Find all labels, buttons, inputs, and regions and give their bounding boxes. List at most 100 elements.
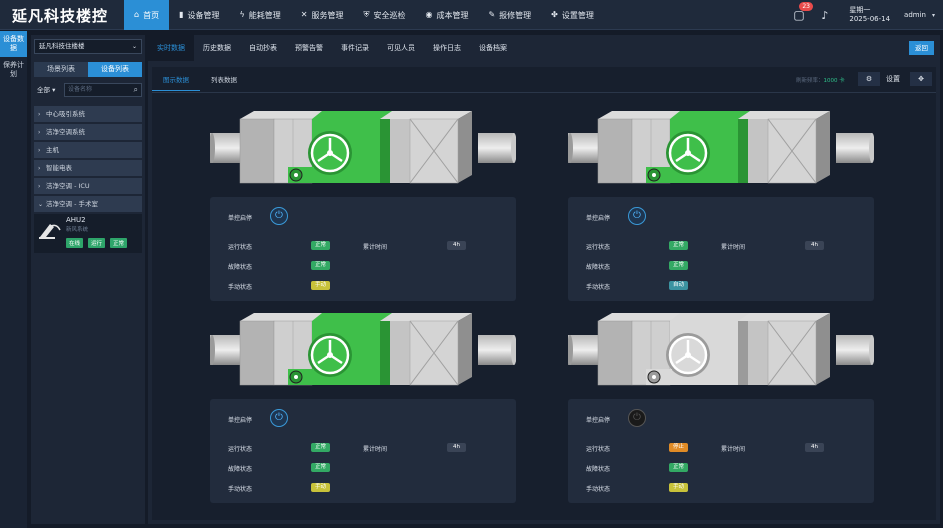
tab-events[interactable]: 事件记录 [332, 35, 378, 61]
tab-personnel[interactable]: 可见人员 [378, 35, 424, 61]
runtime-label: 累计时间 [721, 446, 746, 453]
nav-cost[interactable]: ◉ 成本管理 [415, 0, 478, 30]
fault-state-badge: 正常 [669, 463, 689, 472]
weekday: 星期一 [849, 6, 871, 14]
tree-item[interactable]: › 主机 [34, 142, 142, 158]
tab-alarms[interactable]: 预警告警 [286, 35, 332, 61]
control-label: 单控启停 [228, 215, 253, 222]
power-icon[interactable]: ⏻ [270, 207, 288, 225]
status-panel: 单控启停 ⏻ 运行状态 停止 累计时间 4h 故障状态 正常 手动状态 手动 [568, 399, 874, 503]
manual-state-label: 手动状态 [586, 284, 611, 291]
fault-state-label: 故障状态 [586, 264, 611, 271]
filter-select[interactable]: 全部 ▾ [34, 83, 64, 97]
tree-item[interactable]: › 中心吸引系统 [34, 106, 142, 122]
bell-icon[interactable]: ♪ [821, 9, 835, 22]
manual-state-label: 手动状态 [586, 486, 611, 493]
tree-item[interactable]: › 洁净空调 - ICU [34, 178, 142, 194]
nav-repair[interactable]: ✎ 报修管理 [478, 0, 541, 30]
refresh-rate: 刷新频率：1000 卡 [796, 76, 845, 84]
run-state-label: 运行状态 [586, 244, 611, 251]
tab-scene-list[interactable]: 场景列表 [34, 62, 88, 77]
tab-diagram-data[interactable]: 图示数据 [152, 69, 200, 91]
ahu-diagram [210, 313, 516, 386]
device-tree: › 中心吸引系统 › 洁净空调系统 › 主机 › 智能电表 › 洁净空调 - ICU ⌄ 洁… [34, 106, 142, 214]
manual-state-label: 手动状态 [228, 486, 253, 493]
nav-settings[interactable]: ✤ 设置管理 [541, 0, 604, 30]
tree-item-label: 洁净空调 - ICU [46, 182, 90, 190]
ahu-unit: 单控启停 ⏻ 运行状态 正常 累计时间 4h 故障状态 正常 手动状态 手动 [210, 111, 516, 307]
tab-realtime[interactable]: 实时数据 [148, 35, 194, 61]
chevron-right-icon: › [38, 183, 41, 190]
nav-security[interactable]: ⛨ 安全巡检 [353, 0, 415, 30]
settings-button[interactable]: 设置 [886, 72, 900, 86]
gear-icon[interactable]: ⚙ [858, 72, 880, 86]
content-panel: 图示数据 列表数据 刷新频率：1000 卡 ⚙ 设置 ✥ 单控启停 ⏻ 运行状态正常… [152, 67, 936, 520]
main-nav: ⌂ 首页 ▮ 设备管理 ϟ 能耗管理 ✕ 服务管理 ⛨ 安全巡检 ◉ 成本管理 ✎ 报修管理 … [124, 0, 604, 30]
manual-state-badge: 手动 [669, 483, 689, 492]
runtime-value: 4h [447, 443, 466, 452]
datetime: 星期一 2025-06-14 [849, 6, 890, 24]
nav-home[interactable]: ⌂ 首页 [124, 0, 170, 30]
app-title: 延凡科技楼控 [12, 7, 109, 25]
tab-operation-log[interactable]: 操作日志 [424, 35, 470, 61]
status-badge: 正常 [110, 238, 128, 248]
tab-device-archive[interactable]: 设备档案 [470, 35, 516, 61]
device-sidebar: 延凡科技住楼楼 ⌄ 场景列表 设备列表 全部 ▾ 设备名称 ⌕ › 中心吸引系统 › 洁… [31, 35, 145, 524]
run-state-badge: 停止 [669, 443, 689, 452]
manual-state-badge: 手动 [311, 281, 331, 290]
tab-device-list[interactable]: 设备列表 [88, 62, 142, 77]
move-icon[interactable]: ✥ [910, 72, 932, 86]
leftnav-maintenance[interactable]: 保养计划 [0, 57, 27, 83]
runtime-value: 4h [447, 241, 466, 250]
chevron-down-icon[interactable]: ▾ [932, 12, 935, 19]
status-panel: 单控启停 ⏻ 运行状态 正常 累计时间 4h 故障状态 正常 手动状态 自动 [568, 197, 874, 301]
runtime-label: 累计时间 [363, 244, 388, 251]
chevron-right-icon: › [38, 165, 41, 172]
back-button[interactable]: 返回 [909, 41, 934, 55]
fault-state-label: 故障状态 [228, 466, 253, 473]
tree-item-expanded[interactable]: ⌄ 洁净空调 - 手术室 [34, 196, 142, 212]
nav-label: 成本管理 [436, 10, 469, 20]
runtime-value: 4h [805, 241, 824, 250]
runtime-value: 4h [805, 443, 824, 452]
nav-label: 能耗管理 [248, 10, 281, 20]
message-badge: 23 [799, 2, 813, 11]
message-button[interactable]: ▢ 23 [793, 2, 813, 23]
status-badge: 在线 [66, 238, 84, 248]
tab-list-data[interactable]: 列表数据 [200, 69, 248, 91]
ahu-diagram [568, 111, 874, 184]
shield-icon: ⛨ [363, 10, 370, 19]
nav-service[interactable]: ✕ 服务管理 [291, 0, 354, 30]
status-panel: 单控启停 ⏻ 运行状态 正常 累计时间 4h 故障状态 正常 手动状态 手动 [210, 197, 516, 301]
power-icon[interactable]: ⏻ [628, 207, 646, 225]
top-bar: 延凡科技楼控 ⌂ 首页 ▮ 设备管理 ϟ 能耗管理 ✕ 服务管理 ⛨ 安全巡检 ◉ 成本管理… [0, 0, 943, 30]
chevron-right-icon: › [38, 129, 41, 136]
device-card[interactable]: AHU2 新风系统 在线 运行 正常 [34, 214, 142, 253]
chevron-down-icon: ⌄ [38, 201, 44, 208]
status-badge: 运行 [88, 238, 106, 248]
tab-history[interactable]: 历史数据 [194, 35, 240, 61]
search-input[interactable]: 设备名称 ⌕ [64, 83, 142, 97]
power-icon[interactable]: ⏻ [628, 409, 646, 427]
search-icon[interactable]: ⌕ [134, 84, 138, 96]
tree-item[interactable]: › 智能电表 [34, 160, 142, 176]
nav-device[interactable]: ▮ 设备管理 [169, 0, 229, 30]
nav-label: 设置管理 [561, 10, 594, 20]
divider [152, 92, 936, 93]
chevron-down-icon: ⌄ [131, 43, 137, 50]
tree-item[interactable]: › 洁净空调系统 [34, 124, 142, 140]
manual-state-badge: 手动 [311, 483, 331, 492]
tab-meter-reading[interactable]: 自动抄表 [240, 35, 286, 61]
nav-label: 安全巡检 [373, 10, 406, 20]
ahu-unit: 单控启停 ⏻ 运行状态 正常 累计时间 4h 故障状态 正常 手动状态 手动 [210, 313, 516, 509]
nav-energy[interactable]: ϟ 能耗管理 [229, 0, 290, 30]
control-label: 单控启停 [228, 417, 253, 424]
fault-state-label: 故障状态 [586, 466, 611, 473]
leftnav-device-data[interactable]: 设备数据 [0, 31, 27, 57]
project-select[interactable]: 延凡科技住楼楼 ⌄ [34, 39, 142, 54]
wrench-icon: ✎ [488, 10, 496, 19]
header-tools: ▢ 23 ♪ 星期一 2025-06-14 admin ▾ [793, 0, 943, 30]
service-icon: ✕ [300, 10, 308, 19]
user-name[interactable]: admin [904, 11, 926, 19]
power-icon[interactable]: ⏻ [270, 409, 288, 427]
